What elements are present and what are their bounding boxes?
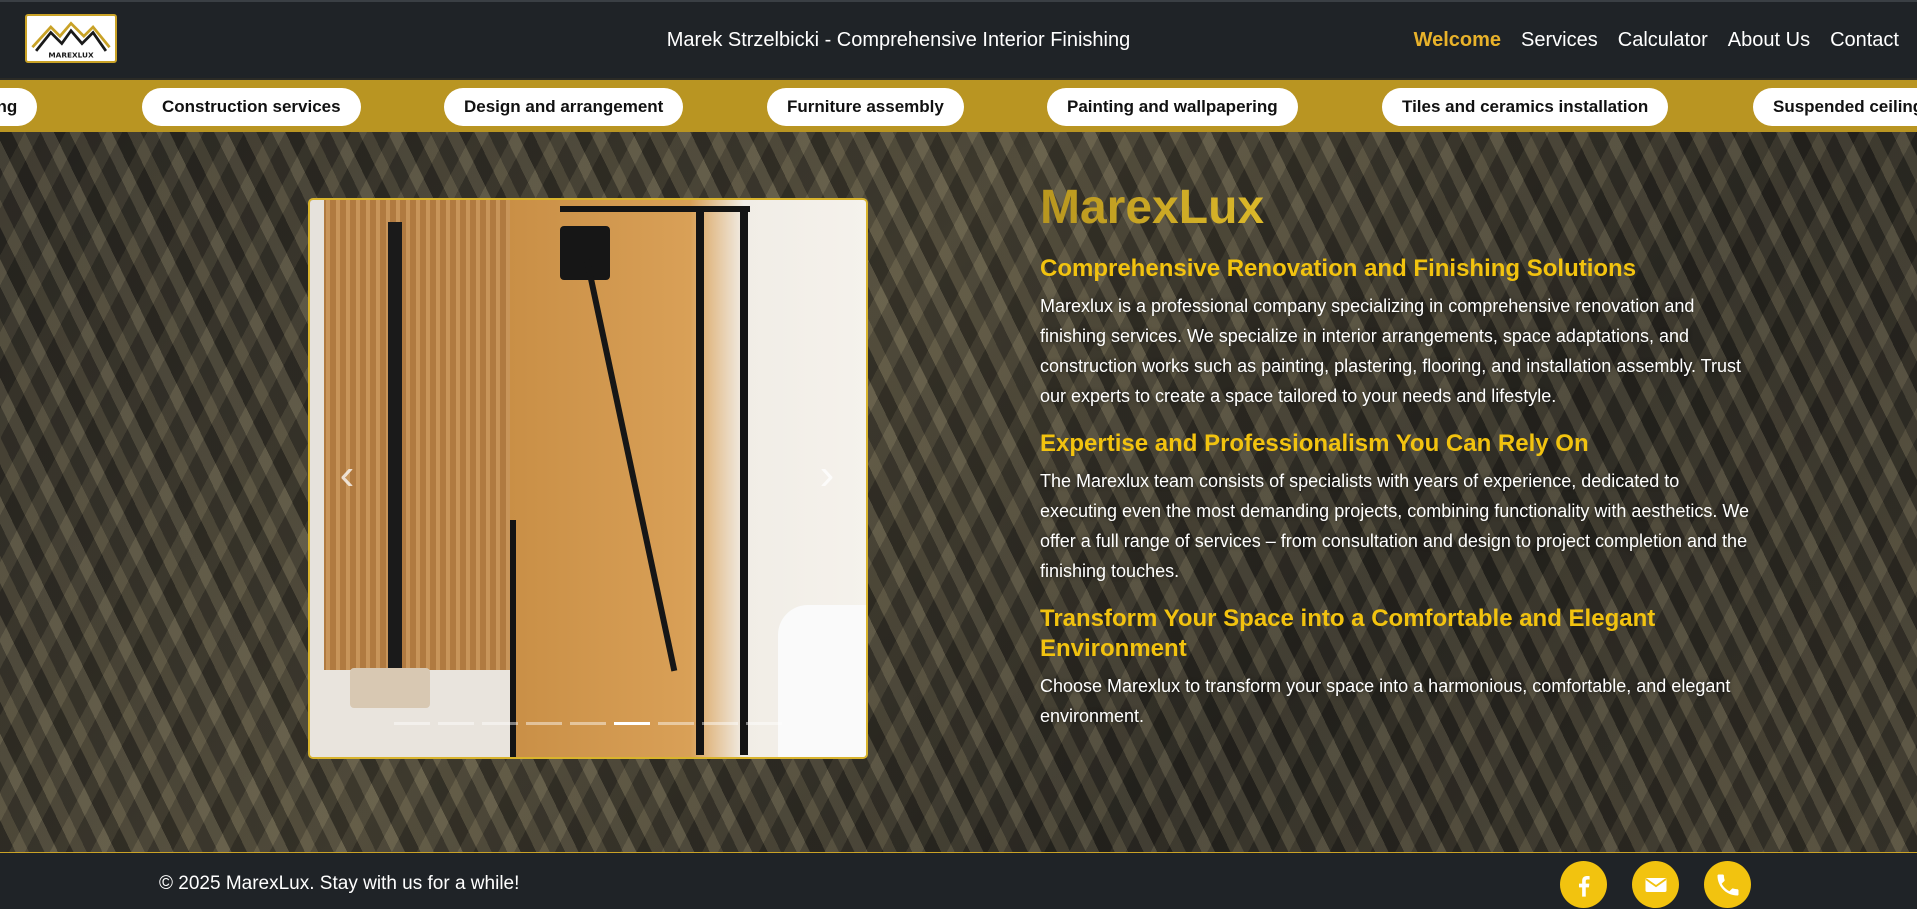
section-body-renovation: Marexlux is a professional company speci…	[1040, 296, 1742, 406]
service-pill-tiles[interactable]: Tiles and ceramics installation	[1382, 88, 1669, 126]
section-heading-expertise: Expertise and Professionalism You Can Re…	[1040, 430, 1589, 457]
nav-contact[interactable]: Contact	[1830, 29, 1899, 52]
nav-welcome[interactable]: Welcome	[1414, 29, 1501, 52]
brand-title: MarexLux	[1040, 180, 1760, 236]
mail-icon	[1645, 877, 1666, 892]
section-body-transform: Choose Marexlux to transform your space …	[1040, 676, 1731, 726]
service-pill-painting[interactable]: Painting and wallpapering	[1047, 88, 1298, 126]
service-pill-furniture[interactable]: Furniture assembly	[767, 88, 964, 126]
intro-content: MarexLux Comprehensive Renovation and Fi…	[1040, 180, 1760, 749]
nav-about-us[interactable]: About Us	[1728, 29, 1810, 52]
carousel-indicators	[310, 722, 866, 725]
section-heading-renovation: Comprehensive Renovation and Finishing S…	[1040, 255, 1637, 282]
nav-calculator[interactable]: Calculator	[1618, 29, 1708, 52]
section-body-expertise: The Marexlux team consists of specialist…	[1040, 471, 1750, 581]
facebook-button[interactable]	[1560, 861, 1607, 908]
service-pill-design[interactable]: Design and arrangement	[444, 88, 684, 126]
services-ticker: Remodeling Construction services Design …	[0, 80, 1917, 132]
footer: © 2025 MarexLux. Stay with us for a whil…	[0, 852, 1917, 909]
service-pill-ceilings[interactable]: Suspended ceilings	[1753, 88, 1917, 126]
carousel-indicator-active[interactable]	[614, 722, 650, 725]
carousel-indicator[interactable]	[702, 722, 738, 725]
phone-icon	[1717, 874, 1738, 895]
copyright-text: © 2025 MarexLux. Stay with us for a whil…	[159, 873, 520, 894]
nav-services[interactable]: Services	[1521, 29, 1598, 52]
carousel-indicator[interactable]	[438, 722, 474, 725]
email-button[interactable]	[1632, 861, 1679, 908]
social-links	[1560, 861, 1751, 908]
carousel-prev-chevron-left-icon[interactable]: ‹	[334, 453, 360, 497]
carousel-indicator[interactable]	[394, 722, 430, 725]
service-pill-remodeling[interactable]: Remodeling	[0, 88, 38, 126]
carousel-indicator[interactable]	[746, 722, 782, 725]
top-navbar: MAREXLUX Marek Strzelbicki - Comprehensi…	[0, 0, 1917, 78]
main-nav: Welcome Services Calculator About Us Con…	[1414, 29, 1899, 52]
carousel-indicator[interactable]	[526, 722, 562, 725]
service-pill-construction[interactable]: Construction services	[142, 88, 361, 126]
carousel-indicator[interactable]	[570, 722, 606, 725]
facebook-icon	[1578, 875, 1590, 897]
carousel-indicator[interactable]	[482, 722, 518, 725]
carousel-next-chevron-right-icon[interactable]: ›	[814, 453, 840, 497]
image-carousel[interactable]: ‹ ›	[308, 198, 868, 759]
section-heading-transform: Transform Your Space into a Comfortable …	[1040, 605, 1656, 662]
carousel-indicator[interactable]	[658, 722, 694, 725]
phone-button[interactable]	[1704, 861, 1751, 908]
